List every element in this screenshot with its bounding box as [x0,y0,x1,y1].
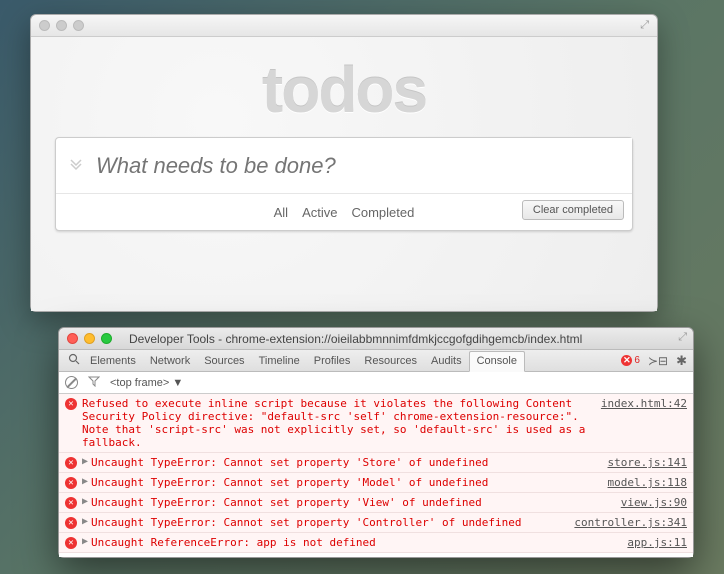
error-icon: ✕ [65,497,77,509]
devtools-traffic-lights [67,333,112,344]
console-error-row[interactable]: ✕ ▶Uncaught TypeError: Cannot set propert… [59,473,693,493]
clear-console-icon[interactable] [65,376,78,389]
minimize-icon[interactable] [84,333,95,344]
expand-arrow-icon[interactable]: ▶ [82,456,88,467]
devtools-tabs: Elements Network Sources Timeline Profil… [59,350,693,372]
tab-resources[interactable]: Resources [357,350,424,371]
error-message: Uncaught ReferenceError: app is not defi… [91,536,619,549]
tab-network[interactable]: Network [143,350,197,371]
expand-arrow-icon[interactable]: ▶ [82,496,88,507]
console-error-row[interactable]: ✕ Refused to execute inline script becaus… [59,394,693,453]
expand-arrow-icon[interactable]: ▶ [82,536,88,547]
expand-icon[interactable]: ⤢ [640,19,649,32]
console-input[interactable] [77,557,687,558]
app-window: ⤢ todos All Active Completed Clear compl… [30,14,658,312]
traffic-lights [39,20,84,31]
gear-icon[interactable]: ✱ [676,353,687,369]
frame-selector[interactable]: <top frame> ▼ [110,377,183,389]
console-error-row[interactable]: ✕ ▶Uncaught TypeError: Cannot set propert… [59,493,693,513]
error-source-link[interactable]: model.js:118 [608,476,687,489]
error-icon: ✕ [65,457,77,469]
console-panel: ✕ Refused to execute inline script becaus… [59,394,693,557]
console-error-row[interactable]: ✕ ▶Uncaught TypeError: Cannot set propert… [59,453,693,473]
prompt-caret-icon: › [65,556,72,557]
filter-active[interactable]: Active [302,205,337,220]
tab-sources[interactable]: Sources [197,350,251,371]
error-icon: ✕ [65,398,77,410]
error-source-link[interactable]: app.js:11 [627,536,687,549]
tab-profiles[interactable]: Profiles [307,350,358,371]
devtools-titlebar[interactable]: Developer Tools - chrome-extension://oie… [59,328,693,350]
new-todo-input[interactable] [96,138,632,193]
zoom-icon[interactable] [101,333,112,344]
error-icon: ✕ [65,517,77,529]
devtools-title: Developer Tools - chrome-extension://oie… [129,332,582,346]
tab-timeline[interactable]: Timeline [252,350,307,371]
error-message: Uncaught TypeError: Cannot set property … [91,516,566,529]
filter-all[interactable]: All [274,205,288,220]
error-message: Uncaught TypeError: Cannot set property … [91,496,613,509]
devtools-window: Developer Tools - chrome-extension://oie… [58,327,694,558]
todo-input-row [56,138,632,194]
tab-elements[interactable]: Elements [83,350,143,371]
clear-completed-button[interactable]: Clear completed [522,200,624,220]
error-count-badge[interactable]: ✕6 [621,355,640,366]
console-prompt[interactable]: › [59,553,693,557]
error-source-link[interactable]: store.js:141 [608,456,687,469]
todo-footer: All Active Completed Clear completed [56,194,632,230]
app-titlebar[interactable]: ⤢ [31,15,657,37]
tab-console[interactable]: Console [469,351,525,372]
console-error-row[interactable]: ✕ ▶Uncaught ReferenceError: app is not de… [59,533,693,553]
drawer-toggle-icon[interactable]: ≻⊟ [648,354,668,368]
error-source-link[interactable]: view.js:90 [621,496,687,509]
console-toolbar: <top frame> ▼ [59,372,693,394]
error-source-link[interactable]: index.html:42 [601,397,687,410]
filter-completed[interactable]: Completed [351,205,414,220]
zoom-icon[interactable] [73,20,84,31]
toggle-all-icon[interactable] [56,155,96,176]
error-message: Uncaught TypeError: Cannot set property … [91,456,599,469]
error-icon: ✕ [65,537,77,549]
close-icon[interactable] [39,20,50,31]
filter-icon[interactable] [88,375,100,390]
error-message: Uncaught TypeError: Cannot set property … [91,476,599,489]
console-error-row[interactable]: ✕ ▶Uncaught TypeError: Cannot set propert… [59,513,693,533]
expand-icon[interactable]: ⤢ [678,331,687,344]
close-icon[interactable] [67,333,78,344]
chevron-down-icon: ▼ [172,377,183,389]
minimize-icon[interactable] [56,20,67,31]
app-body: todos All Active Completed Clear complet… [31,37,657,311]
expand-arrow-icon[interactable]: ▶ [82,516,88,527]
expand-arrow-icon[interactable]: ▶ [82,476,88,487]
error-message: Refused to execute inline script because… [82,397,593,449]
todo-card: All Active Completed Clear completed [55,137,633,231]
page-title: todos [55,53,633,127]
error-count: 6 [634,355,640,366]
frame-label: <top frame> [110,377,169,389]
tab-audits[interactable]: Audits [424,350,469,371]
error-icon: ✕ [65,477,77,489]
error-source-link[interactable]: controller.js:341 [574,516,687,529]
search-icon[interactable] [65,353,83,368]
